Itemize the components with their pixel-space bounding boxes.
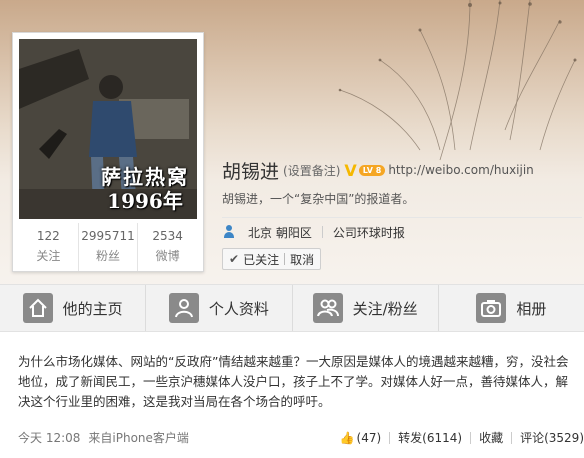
followed-label[interactable]: 已关注 (243, 251, 279, 268)
post-actions: 👍 (47) 转发(6114) 收藏 评论(3529) (340, 429, 584, 446)
stat-label: 粉丝 (96, 249, 121, 263)
stat-following[interactable]: 122 关注 (19, 223, 79, 271)
follow-separator (284, 253, 286, 265)
action-separator (470, 431, 472, 444)
tab-follow[interactable]: 关注/粉丝 (293, 285, 439, 331)
home-icon (22, 293, 53, 323)
follow-icon (312, 293, 343, 323)
profile-info: 胡锡进 (设置备注) V LV 8 http://weibo.com/huxij… (222, 158, 582, 270)
avatar-caption-line2: 1996年 (107, 189, 183, 213)
profile-stats: 122 关注 2995711 粉丝 2534 微博 (19, 223, 197, 271)
action-separator (511, 431, 513, 444)
tab-label: 关注/粉丝 (352, 299, 418, 318)
action-separator (389, 431, 391, 444)
stat-posts[interactable]: 2534 微博 (138, 223, 197, 271)
like-count[interactable]: (47) (357, 431, 382, 445)
stat-label: 微博 (155, 249, 180, 263)
stat-value: 2995711 (81, 229, 135, 243)
tab-label: 个人资料 (208, 299, 269, 318)
like-icon[interactable]: 👍 (340, 431, 355, 445)
comment-button[interactable]: 评论(3529) (520, 429, 584, 446)
meta-separator (321, 226, 323, 238)
company-text[interactable]: 公司环球时报 (333, 224, 405, 241)
profile-name: 胡锡进 (222, 160, 280, 183)
weibo-post: 为什么市场化媒体、网站的“反政府”情结越来越重？一大原因是媒体人的境遇越来越糟，… (0, 338, 584, 458)
stat-label: 关注 (36, 249, 61, 263)
tab-home[interactable]: 他的主页 (0, 285, 147, 331)
tab-label: 他的主页 (62, 299, 123, 318)
level-badge[interactable]: LV 8 (358, 164, 386, 176)
favorite-button[interactable]: 收藏 (479, 429, 503, 446)
set-remark-link[interactable]: (设置备注) (283, 162, 340, 179)
avatar-caption-line1: 萨拉热窝 (101, 165, 189, 189)
profile-tabs: 他的主页 个人资料 关注/粉丝 相册 (0, 284, 584, 332)
location-text[interactable]: 北京 朝阳区 (248, 224, 312, 241)
profile-meta: 北京 朝阳区 公司环球时报 (222, 218, 582, 246)
post-time[interactable]: 今天 12:08 (18, 429, 80, 446)
tab-album[interactable]: 相册 (439, 285, 584, 331)
follow-status-box: ✔ 已关注 取消 (222, 248, 322, 270)
avatar-caption: 萨拉热窝 1996年 (101, 165, 189, 213)
avatar-card: 萨拉热窝 1996年 122 关注 2995711 粉丝 2534 微博 (12, 32, 204, 272)
person-icon (222, 225, 236, 239)
check-icon: ✔ (229, 252, 240, 266)
verified-icon[interactable]: V (344, 161, 356, 180)
stat-followers[interactable]: 2995711 粉丝 (79, 223, 139, 271)
repost-button[interactable]: 转发(6114) (398, 429, 462, 446)
tab-profile[interactable]: 个人资料 (146, 285, 293, 331)
post-text: 为什么市场化媒体、网站的“反政府”情结越来越重？一大原因是媒体人的境遇越来越糟，… (18, 354, 569, 409)
profile-icon (168, 293, 199, 323)
camera-icon (476, 293, 507, 323)
homepage-link[interactable]: http://weibo.com/huxijin (388, 163, 533, 177)
profile-bio: 胡锡进，一个“复杂中国”的报道者。 (222, 192, 415, 206)
post-footer: 今天 12:08 来自iPhone客户端 👍 (47) 转发(6114) 收藏 … (18, 429, 584, 446)
post-source[interactable]: 来自iPhone客户端 (88, 429, 189, 446)
stat-value: 2534 (152, 229, 183, 243)
unfollow-button[interactable]: 取消 (290, 251, 314, 268)
stat-value: 122 (36, 229, 60, 243)
tab-label: 相册 (516, 299, 547, 318)
avatar[interactable]: 萨拉热窝 1996年 (19, 39, 197, 219)
name-row: 胡锡进 (设置备注) V LV 8 http://weibo.com/huxij… (222, 158, 582, 183)
